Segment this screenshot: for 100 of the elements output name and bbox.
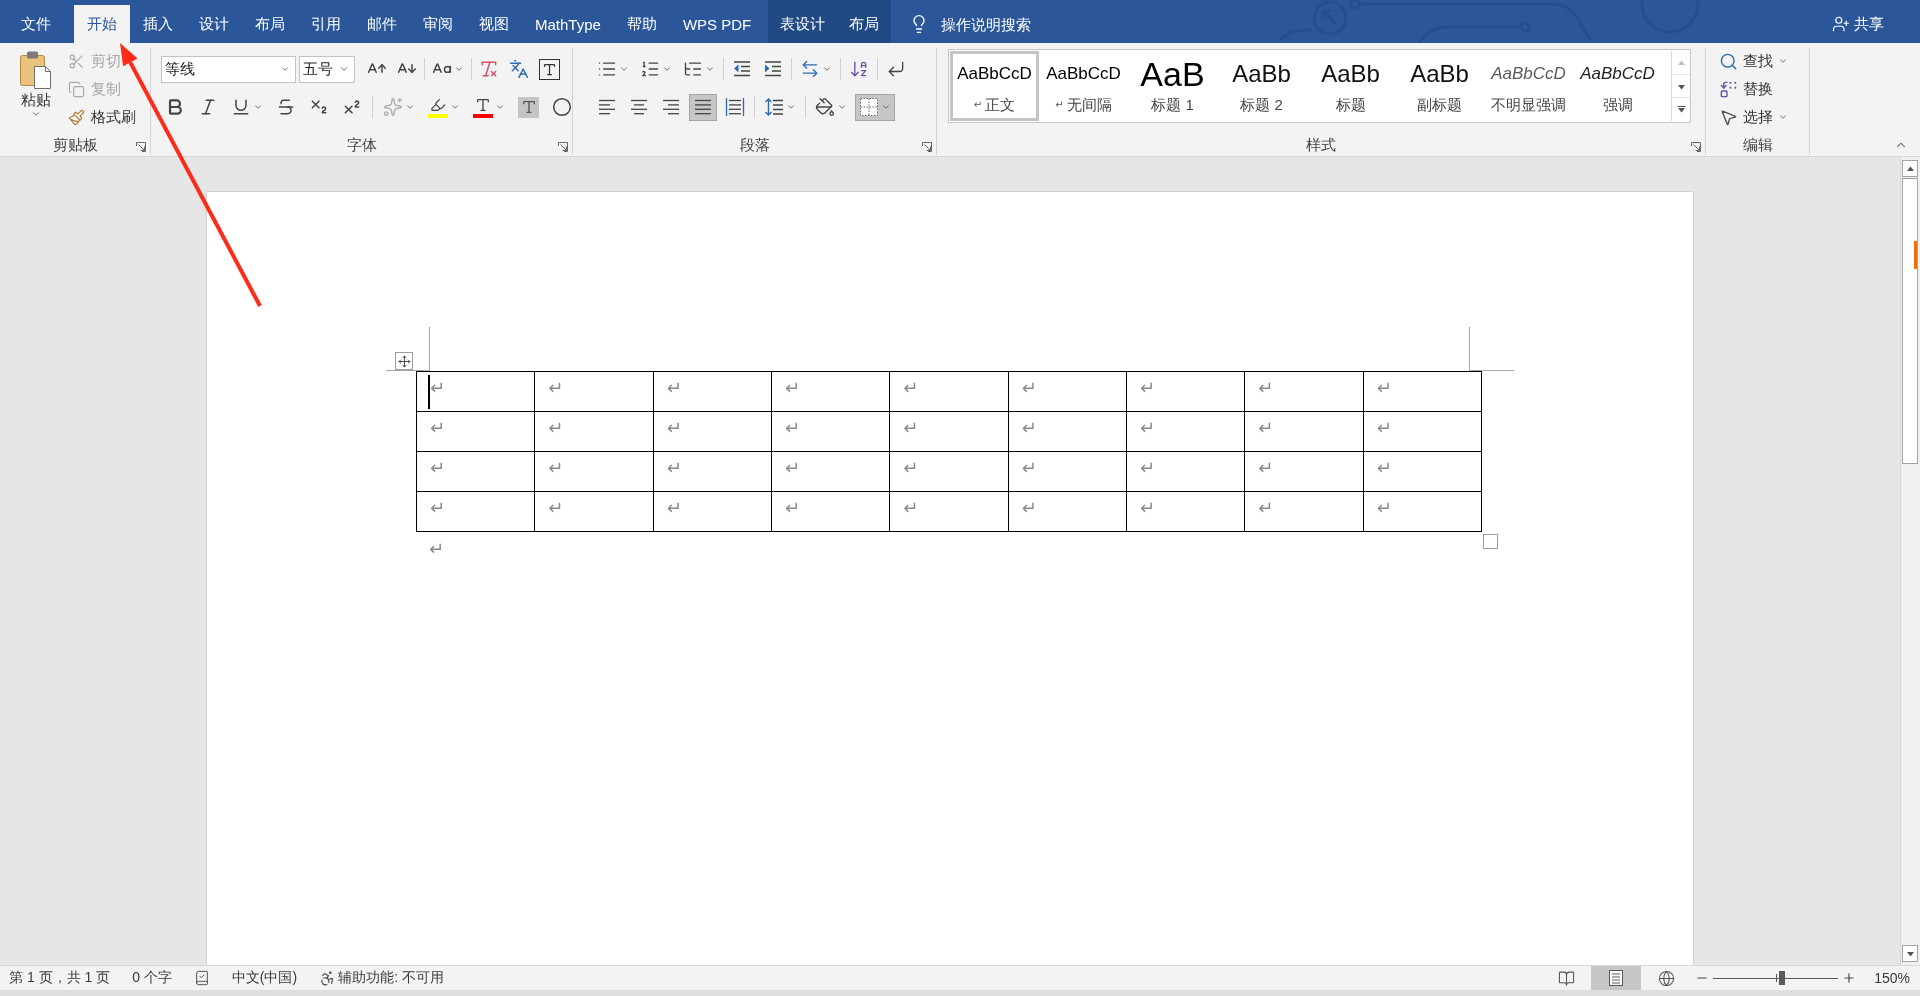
table-cell: ↵ [534,451,654,492]
caret-icon [280,64,290,74]
table-cell: ↵ [653,491,772,532]
table-cell: ↵ [771,371,890,412]
dialog-launcher-button[interactable] [1691,142,1701,152]
caret-icon [339,64,349,74]
ribbon-tab[interactable]: 视图 [466,5,522,43]
paint-bucket-icon [815,97,835,117]
language-button[interactable]: 中文(中国) [220,966,309,990]
corner-arrow-icon [136,142,146,152]
pointer-icon [1719,107,1738,127]
ribbon-tab[interactable]: 布局 [242,5,298,43]
accessibility-button[interactable]: 辅助功能: 不可用 [308,966,455,990]
margin-corner-mark [1469,327,1514,371]
ribbon-tab[interactable]: MathType [522,5,614,43]
ribbon-tab[interactable]: 设计 [186,5,242,43]
phonetic-guide-icon [509,59,529,79]
borders-button[interactable] [855,93,895,121]
align-left-icon [597,97,617,117]
align-right-icon [661,97,681,117]
font-color-icon [473,96,493,118]
table-resize-handle[interactable] [1483,534,1498,549]
group-label: 段落 [739,135,770,155]
contextual-tab[interactable]: 表设计 [768,0,838,43]
ribbon-tab[interactable]: 引用 [298,5,354,43]
triangle-down-icon [1676,82,1686,90]
find-button[interactable]: 查找 [1716,48,1809,74]
dialog-launcher-button[interactable] [136,142,146,152]
table-cell: ↵ [534,491,654,532]
group-label: 字体 [346,135,377,155]
style-gallery-item[interactable]: AaB 标题 1 [1128,51,1217,121]
triangle-up-icon [1905,165,1915,172]
page-lines-icon [1607,969,1626,987]
style-gallery-item[interactable]: AaBbCcD 强调 [1573,51,1662,121]
paste-button[interactable]: 粘贴 [12,48,60,133]
style-gallery-item[interactable]: AaBbCcD ↵ 无间隔 [1039,51,1128,121]
dialog-launcher-button[interactable] [558,142,568,152]
zoom-slider-thumb[interactable] [1778,971,1785,985]
style-gallery-item[interactable]: AaBb 副标题 [1395,51,1484,121]
left-right-arrow-icon [800,59,820,79]
share-button[interactable]: 共享 [1832,5,1884,43]
open-book-icon [1557,969,1575,987]
justify-button[interactable] [689,93,717,121]
indent-decrease-icon [732,59,752,79]
page-count[interactable]: 第 1 页，共 1 页 [0,966,122,990]
dialog-launcher-button[interactable] [922,142,932,152]
superscript-icon [342,97,362,117]
circle-icon [552,97,572,117]
ribbon-tab[interactable]: 开始 [74,5,130,43]
style-gallery-item[interactable]: AaBbCcD ↵ 正文 [950,51,1039,121]
expand-gallery-icon [1676,106,1686,114]
distributed-lines-icon [725,97,745,117]
indent-increase-icon [763,59,783,79]
select-button[interactable]: 选择 [1716,104,1809,130]
style-gallery-item[interactable]: AaBb 标题 2 [1217,51,1306,121]
format-painter-button[interactable]: 格式刷 [64,104,140,130]
table-cell: ↵ [1363,371,1482,412]
style-gallery-item[interactable]: AaBb 标题 [1306,51,1395,121]
zoom-level-button[interactable]: 150% [1860,966,1920,990]
contextual-tab[interactable]: 布局 [837,0,892,43]
corner-arrow-icon [922,142,932,152]
ribbon-tab[interactable]: 帮助 [613,5,670,43]
search-field[interactable]: 操作说明搜索 [941,5,1042,43]
table-cell: ↵ [889,451,1009,492]
vertical-scrollbar[interactable] [1900,157,1920,965]
table-cell: ↵ [416,411,535,452]
person-plus-icon [1832,15,1850,33]
style-gallery-item[interactable]: AaBbCcD 不明显强调 [1484,51,1573,121]
print-view-button[interactable] [1591,966,1642,990]
align-justify-icon [693,97,713,117]
table-cell: ↵ [889,371,1009,412]
table-cell: ↵ [653,411,772,452]
table-cell: ↵ [1008,491,1127,532]
scissors-icon [68,52,85,70]
clipboard-icon [19,50,53,90]
table-cell: ↵ [416,491,535,532]
position-marker [1914,241,1917,269]
file-tab[interactable]: 文件 [8,5,64,43]
numbered-list-icon [640,59,660,79]
word-count[interactable]: 0 个字 [121,966,183,990]
italic-icon [198,97,218,117]
table-cell: ↵ [653,451,772,492]
corner-arrow-icon [1691,142,1701,152]
scroll-down-button[interactable] [1902,945,1918,962]
replace-button[interactable]: 替换 [1716,76,1809,102]
return-arrow-icon [886,59,906,79]
table-cell: ↵ [1363,491,1482,532]
table-move-handle[interactable] [395,352,413,370]
ribbon-tab[interactable]: WPS PDF [669,5,765,43]
globe-icon [1657,969,1675,987]
font-size-field[interactable]: 五号 [299,55,355,83]
ribbon-tab[interactable]: 插入 [130,5,186,43]
table-cell: ↵ [1126,371,1245,412]
search-icon [1719,51,1738,71]
ribbon-tab[interactable]: 邮件 [354,5,410,43]
scroll-up-button[interactable] [1902,160,1918,177]
ribbon-tab[interactable]: 审阅 [410,5,466,43]
underline-icon [231,97,251,117]
scrollbar-thumb[interactable] [1902,178,1918,464]
font-name-field[interactable]: 等线 [161,55,296,83]
